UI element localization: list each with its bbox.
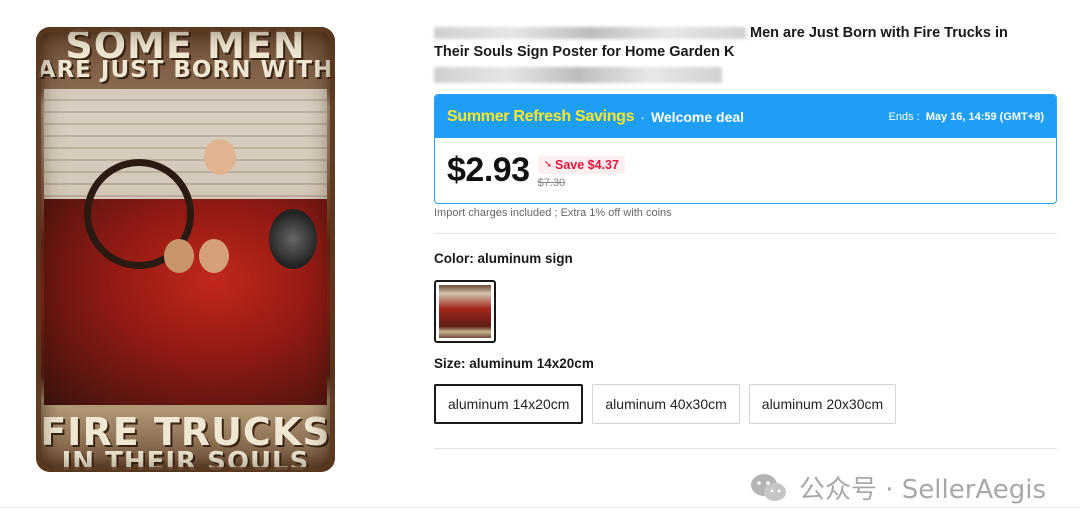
- save-badge: ➘ Save $4.37: [537, 155, 625, 174]
- price-row: $2.93 ➘ Save $4.37 $7.30: [435, 138, 1056, 202]
- deal-ends-label: Ends :: [888, 110, 920, 123]
- size-options: aluminum 14x20cm aluminum 40x30cm alumin…: [434, 384, 897, 424]
- deal-box: Summer Refresh Savings · Welcome deal En…: [434, 94, 1057, 204]
- product-image[interactable]: SOME MEN ARE JUST BORN WITH FIRE TRUCKS …: [36, 27, 335, 472]
- deal-separator: ·: [640, 108, 645, 125]
- redacted-title-prefix: [434, 27, 746, 40]
- deal-ends-value: May 16, 14:59 (GMT+8): [925, 110, 1044, 123]
- size-option-20x30[interactable]: aluminum 20x30cm: [748, 384, 897, 424]
- down-arrow-icon: ➘: [543, 159, 552, 170]
- deal-ends: Ends : May 16, 14:59 (GMT+8): [889, 111, 1045, 123]
- redacted-rating-row: [434, 67, 722, 83]
- deal-subtitle: Welcome deal: [650, 108, 745, 125]
- import-note: Import charges included ; Extra 1% off w…: [434, 207, 672, 219]
- deal-name: Summer Refresh Savings: [447, 107, 635, 125]
- save-amount: Save $4.37: [554, 157, 619, 172]
- size-option-40x30[interactable]: aluminum 40x30cm: [592, 384, 740, 424]
- divider: [434, 448, 1057, 449]
- current-price: $2.93: [447, 151, 530, 189]
- original-price: $7.30: [537, 176, 566, 189]
- deal-banner: Summer Refresh Savings · Welcome deal En…: [435, 95, 1056, 138]
- size-option-14x20[interactable]: aluminum 14x20cm: [434, 384, 584, 424]
- watermark-text: 公众号 · SellerAegis: [798, 475, 1046, 505]
- color-label: Color: aluminum sign: [434, 251, 573, 266]
- wechat-icon: [750, 473, 786, 501]
- size-label: Size: aluminum 14x20cm: [434, 356, 594, 371]
- swatch-thumbnail: [439, 285, 491, 338]
- watermark: 公众号 · SellerAegis: [749, 469, 1046, 506]
- color-swatch-aluminum-sign[interactable]: [434, 280, 496, 343]
- divider: [434, 233, 1057, 234]
- product-title: Men are Just Born with Fire Trucks in Th…: [434, 24, 1046, 62]
- bottom-divider: [0, 507, 1080, 508]
